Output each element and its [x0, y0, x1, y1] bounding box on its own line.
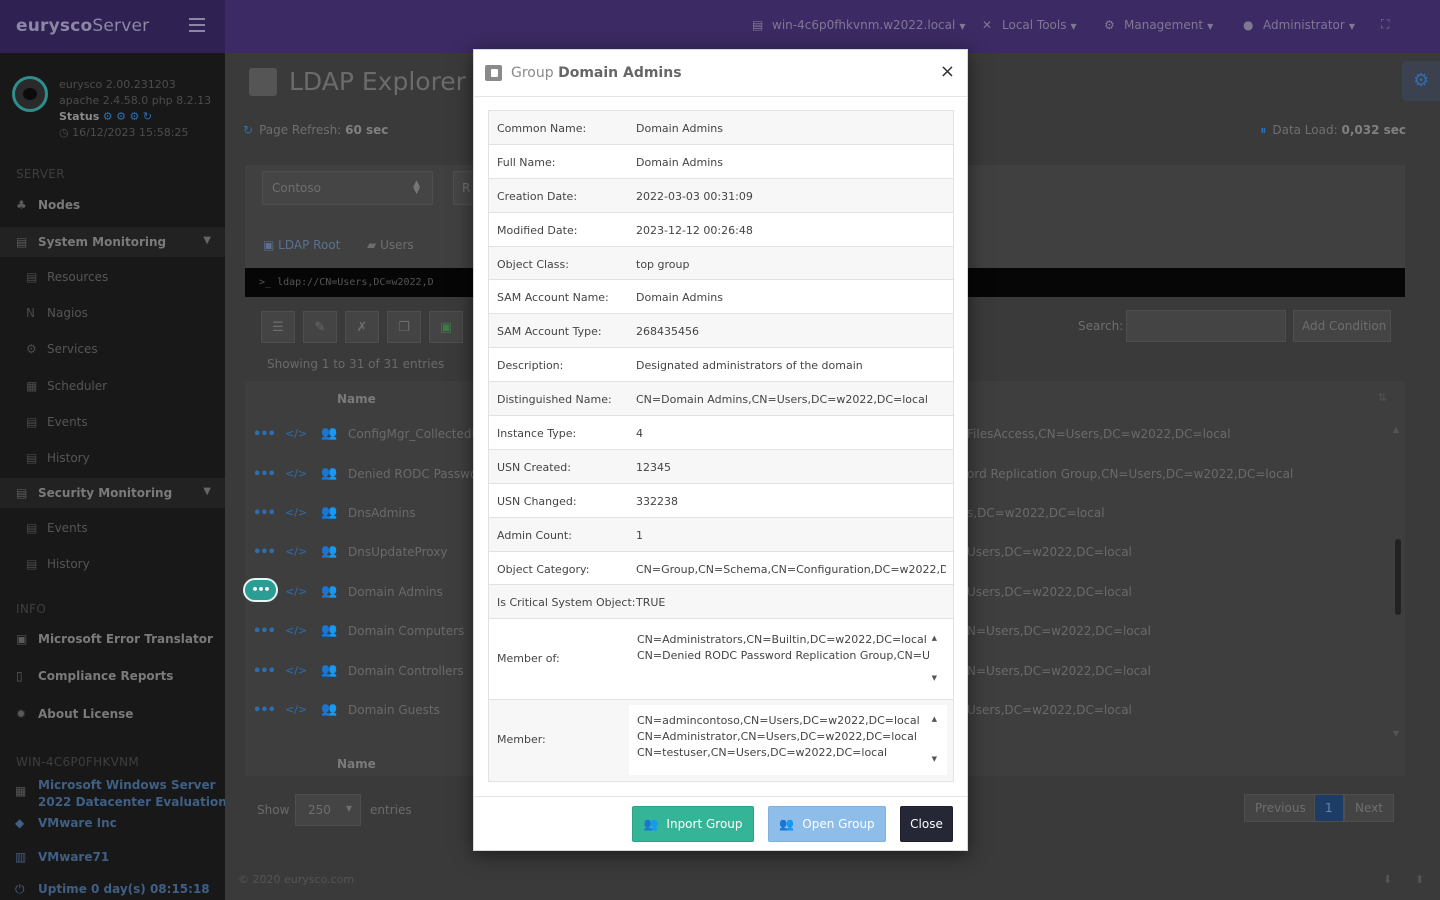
property-value: TRUE: [636, 596, 666, 610]
property-row-member-of: Member of: CN=Administrators,CN=Builtin,…: [489, 619, 953, 701]
property-value: top group: [636, 257, 690, 271]
property-key: Creation Date:: [497, 189, 578, 203]
property-value: 4: [636, 427, 643, 441]
property-row: Full Name: Domain Admins: [489, 145, 953, 179]
modal-title: Group Domain Admins: [511, 65, 682, 81]
property-value: 332238: [636, 494, 678, 508]
property-value: 268435456: [636, 325, 699, 339]
scroll-down-icon[interactable]: ▼: [932, 755, 937, 763]
property-row: SAM Account Type: 268435456: [489, 314, 953, 349]
property-key: Member of:: [497, 652, 560, 666]
property-key: Modified Date:: [497, 223, 578, 237]
property-key: Instance Type:: [497, 427, 577, 441]
users-icon: 👥: [643, 817, 659, 831]
users-icon: 👥: [779, 817, 795, 831]
member-item: CN=testuser,CN=Users,DC=w2022,DC=local: [637, 746, 888, 760]
property-value: 12345: [636, 460, 671, 474]
property-key: USN Created:: [497, 460, 571, 474]
import-group-button[interactable]: 👥 Inport Group: [632, 806, 754, 842]
property-value: CN=Domain Admins,CN=Users,DC=w2022,DC=lo…: [636, 393, 928, 407]
property-key: Common Name:: [497, 122, 587, 135]
property-row: Object Category: CN=Group,CN=Schema,CN=Co…: [489, 552, 953, 586]
property-row: Distinguished Name: CN=Domain Admins,CN=U…: [489, 382, 953, 417]
modal-title-name: Domain Admins: [558, 65, 682, 81]
property-row: Creation Date: 2022-03-03 00:31:09: [489, 178, 953, 213]
group-details-modal: Group Domain Admins × Common Name: Domain…: [473, 49, 968, 851]
property-key: Member:: [497, 733, 546, 747]
group-properties-table: Common Name: Domain Admins Full Name: Doma…: [488, 110, 954, 783]
property-value: Domain Admins: [636, 155, 723, 169]
member-of-item: CN=Denied RODC Password Replication Grou…: [637, 649, 929, 663]
property-key: Is Critical System Object:: [497, 596, 636, 610]
property-value: 2023-12-12 00:26:48: [636, 223, 753, 237]
member-item: CN=admincontoso,CN=Users,DC=w2022,DC=loc…: [637, 714, 920, 728]
property-row: USN Created: 12345: [489, 449, 953, 484]
property-row: Modified Date: 2023-12-12 00:26:48: [489, 213, 953, 247]
property-row: Admin Count: 1: [489, 517, 953, 552]
member-item: CN=Administrator,CN=Users,DC=w2022,DC=lo…: [637, 730, 917, 744]
property-key: USN Changed:: [497, 494, 577, 508]
scroll-up-icon[interactable]: ▲: [932, 634, 937, 642]
property-key: Distinguished Name:: [497, 393, 612, 407]
property-row: SAM Account Name: Domain Admins: [489, 280, 953, 315]
member-of-item: CN=Administrators,CN=Builtin,DC=w2022,DC…: [637, 633, 927, 647]
scroll-up-icon[interactable]: ▲: [932, 715, 937, 723]
scroll-down-icon[interactable]: ▼: [932, 674, 937, 682]
property-row: USN Changed: 332238: [489, 484, 953, 518]
open-group-label: Open Group: [802, 817, 875, 831]
property-key: SAM Account Name:: [497, 291, 609, 305]
property-value: CN=Group,CN=Schema,CN=Configuration,DC=w…: [636, 562, 946, 576]
property-value: 2022-03-03 00:31:09: [636, 189, 753, 203]
property-value: Domain Admins: [636, 122, 723, 135]
property-key: Full Name:: [497, 155, 556, 169]
import-group-label: Inport Group: [666, 817, 743, 831]
member-of-list[interactable]: CN=Administrators,CN=Builtin,DC=w2022,DC…: [629, 624, 947, 695]
property-row-member: Member: CN=admincontoso,CN=Users,DC=w202…: [489, 700, 953, 782]
property-row: Common Name: Domain Admins: [489, 111, 953, 145]
members-list[interactable]: CN=admincontoso,CN=Users,DC=w2022,DC=loc…: [629, 705, 947, 776]
property-value: Designated administrators of the domain: [636, 359, 863, 373]
property-key: Admin Count:: [497, 528, 572, 542]
property-key: Description:: [497, 359, 564, 373]
property-key: Object Category:: [497, 562, 590, 576]
property-key: SAM Account Type:: [497, 325, 602, 339]
property-row: Is Critical System Object: TRUE: [489, 585, 953, 620]
property-row: Instance Type: 4: [489, 416, 953, 450]
close-button[interactable]: Close: [900, 806, 953, 842]
property-value: Domain Admins: [636, 291, 723, 305]
modal-header: Group Domain Admins ×: [474, 50, 967, 97]
property-row: Description: Designated administrators of…: [489, 348, 953, 383]
modal-title-prefix: Group: [511, 65, 554, 81]
modal-footer: 👥 Inport Group 👥 Open Group Close: [474, 796, 967, 850]
close-icon[interactable]: ×: [940, 61, 955, 82]
address-book-icon: [485, 65, 502, 81]
property-key: Object Class:: [497, 257, 569, 271]
property-value: 1: [636, 528, 643, 542]
property-row: Object Class: top group: [489, 246, 953, 281]
open-group-button[interactable]: 👥 Open Group: [768, 806, 886, 842]
